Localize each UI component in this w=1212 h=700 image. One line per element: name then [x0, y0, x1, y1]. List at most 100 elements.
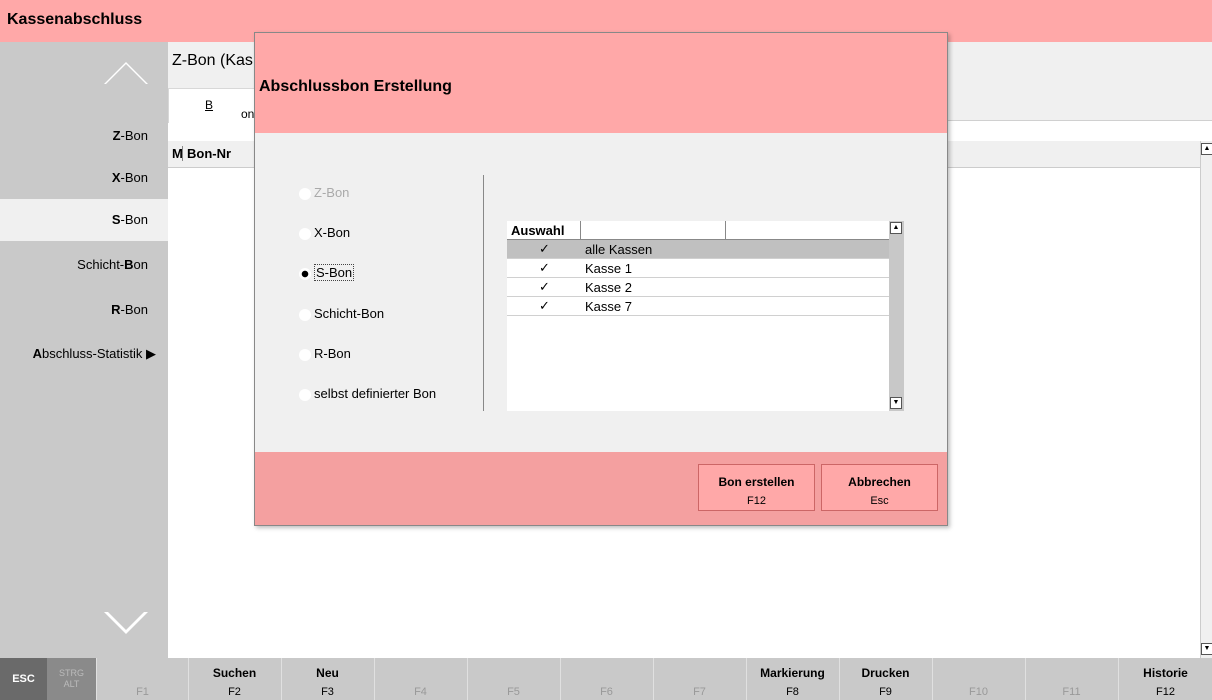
grid-scroll-down-icon[interactable]: ▼	[890, 397, 902, 409]
main-scrollbar[interactable]: ▲ ▼	[1200, 141, 1212, 658]
fkey-f8-markierung[interactable]: Markierung F8	[746, 658, 838, 700]
grid-row[interactable]: ✓ Kasse 1	[507, 259, 889, 278]
radio-label: R-Bon	[314, 346, 351, 361]
fkey-f6[interactable]: F6	[560, 658, 652, 700]
fkey-key: F1	[136, 686, 149, 698]
sidebar-item-label: -Bon	[120, 302, 148, 317]
fkey-f3-neu[interactable]: Neu F3	[281, 658, 373, 700]
bon-erstellen-button[interactable]: Bon erstellen F12	[698, 464, 815, 511]
grid-scrollbar[interactable]: ▲ ▼	[889, 221, 904, 411]
fkey-f10[interactable]: F10	[932, 658, 1024, 700]
grid-header: Auswahl	[507, 221, 889, 240]
grid-row-name: Kasse 2	[585, 280, 632, 295]
sidebar: Z-Bon X-Bon S-Bon Schicht-Bon R-Bon Absc…	[0, 42, 168, 658]
sidebar-item-label: -Bon	[120, 170, 148, 185]
fkey-f5[interactable]: F5	[467, 658, 559, 700]
fkey-label: Markierung	[760, 666, 825, 680]
sidebar-item-label: bschluss-Statistik ▶	[41, 346, 156, 361]
sidebar-item-abschluss-statistik[interactable]: Abschluss-Statistik ▶	[0, 333, 168, 375]
sidebar-item-key: S	[111, 212, 121, 227]
fkey-f4[interactable]: F4	[374, 658, 466, 700]
fkey-key: F5	[507, 686, 520, 698]
radio-label: S-Bon	[314, 264, 355, 281]
tab-label-key: B	[205, 98, 214, 112]
fkey-f1[interactable]: F1	[96, 658, 188, 700]
abschlussbon-dialog: Abschlussbon Erstellung Z-Bon X-Bon S-Bo…	[254, 32, 948, 526]
esc-key[interactable]: ESC	[0, 658, 47, 700]
check-icon: ✓	[539, 279, 550, 294]
sidebar-item-x-bon[interactable]: X-Bon	[0, 157, 168, 199]
radio-x-bon[interactable]: X-Bon	[299, 223, 350, 243]
radio-label: selbst definierter Bon	[314, 386, 437, 401]
scroll-down-arrow-icon[interactable]	[104, 610, 148, 634]
radio-label: Schicht-Bon	[314, 306, 385, 321]
sidebar-item-key: B	[124, 257, 134, 272]
sidebar-item-r-bon[interactable]: R-Bon	[0, 289, 168, 331]
page-title: Z-Bon (Kas	[172, 52, 253, 69]
abbrechen-button[interactable]: Abbrechen Esc	[821, 464, 938, 511]
scroll-up-arrow-icon[interactable]	[104, 62, 148, 84]
grid-row[interactable]: ✓ Kasse 7	[507, 297, 889, 316]
radio-circle-icon	[299, 348, 311, 361]
radio-selbst-definierter-bon[interactable]: selbst definierter Bon	[299, 384, 436, 404]
sidebar-item-key: X	[111, 170, 121, 185]
fkey-label: Suchen	[212, 666, 257, 680]
dialog-header: Abschlussbon Erstellung	[255, 33, 947, 133]
fkey-key: F11	[1062, 686, 1081, 698]
sidebar-item-z-bon[interactable]: Z-Bon	[0, 115, 168, 157]
fkey-key: F6	[600, 686, 613, 698]
radio-schicht-bon[interactable]: Schicht-Bon	[299, 304, 384, 324]
check-icon: ✓	[539, 298, 550, 313]
grid-header-auswahl[interactable]: Auswahl	[511, 223, 564, 238]
radio-label: X-Bon	[314, 225, 351, 240]
sidebar-item-key: A	[32, 346, 42, 361]
button-label: Abbrechen	[848, 475, 911, 489]
sidebar-item-label: -Bon	[120, 212, 148, 227]
button-label: Bon erstellen	[718, 475, 795, 489]
radio-z-bon: Z-Bon	[299, 183, 349, 203]
fkey-key: F9	[879, 686, 892, 698]
scroll-down-icon[interactable]: ▼	[1201, 643, 1212, 655]
fkey-label: Neu	[316, 666, 339, 680]
sidebar-item-key: R	[111, 302, 121, 317]
grid-row[interactable]: ✓ alle Kassen	[507, 240, 889, 259]
button-shortcut: F12	[747, 495, 766, 507]
dialog-footer: Bon erstellen F12 Abbrechen Esc	[255, 452, 947, 525]
grid-row-name: alle Kassen	[585, 242, 653, 257]
function-key-bar: ESC STRG ALT F1 Suchen F2 Neu F3 F4 F5 F6 F…	[0, 658, 1212, 700]
fkey-key: F3	[321, 686, 334, 698]
sidebar-item-key: Z	[112, 128, 121, 143]
grid-row[interactable]: ✓ Kasse 2	[507, 278, 889, 297]
radio-circle-icon	[299, 227, 311, 240]
app-title: Kassenabschluss	[7, 11, 143, 28]
dialog-divider	[483, 175, 484, 411]
fkey-f11[interactable]: F11	[1025, 658, 1117, 700]
fkey-f2-suchen[interactable]: Suchen F2	[188, 658, 280, 700]
radio-s-bon[interactable]: S-Bon	[299, 263, 355, 283]
alt-label: ALT	[63, 679, 80, 689]
column-header-bon-nr[interactable]: Bon-Nr	[182, 146, 231, 161]
check-icon: ✓	[539, 260, 550, 275]
radio-label: Z-Bon	[314, 185, 350, 200]
fkey-key: F7	[693, 686, 706, 698]
fkey-key: F2	[228, 686, 241, 698]
fkey-f12-historie[interactable]: Historie F12	[1118, 658, 1212, 700]
strg-alt-key[interactable]: STRG ALT	[47, 658, 96, 700]
strg-label: STRG	[58, 668, 84, 678]
radio-r-bon[interactable]: R-Bon	[299, 344, 351, 364]
radio-circle-icon	[299, 187, 311, 200]
tab-label: Bonübe	[205, 98, 274, 121]
radio-circle-icon	[299, 308, 311, 321]
fkey-key: F12	[1156, 686, 1175, 698]
sidebar-item-schicht-bon[interactable]: Schicht-Bon	[0, 244, 168, 286]
kassen-grid: Auswahl ✓ alle Kassen ✓ Kasse 1 ✓ Kasse 2 ✓…	[507, 221, 904, 411]
check-icon: ✓	[539, 241, 550, 256]
grid-scroll-up-icon[interactable]: ▲	[890, 222, 902, 234]
scroll-up-icon[interactable]: ▲	[1201, 143, 1212, 155]
grid-row-name: Kasse 7	[585, 299, 632, 314]
sidebar-item-label: on	[133, 257, 148, 272]
sidebar-item-s-bon[interactable]: S-Bon	[0, 199, 168, 241]
fkey-f7[interactable]: F7	[653, 658, 745, 700]
fkey-f9-drucken[interactable]: Drucken F9	[839, 658, 931, 700]
tab-bonuebersicht[interactable]: Bonübe	[168, 88, 274, 123]
